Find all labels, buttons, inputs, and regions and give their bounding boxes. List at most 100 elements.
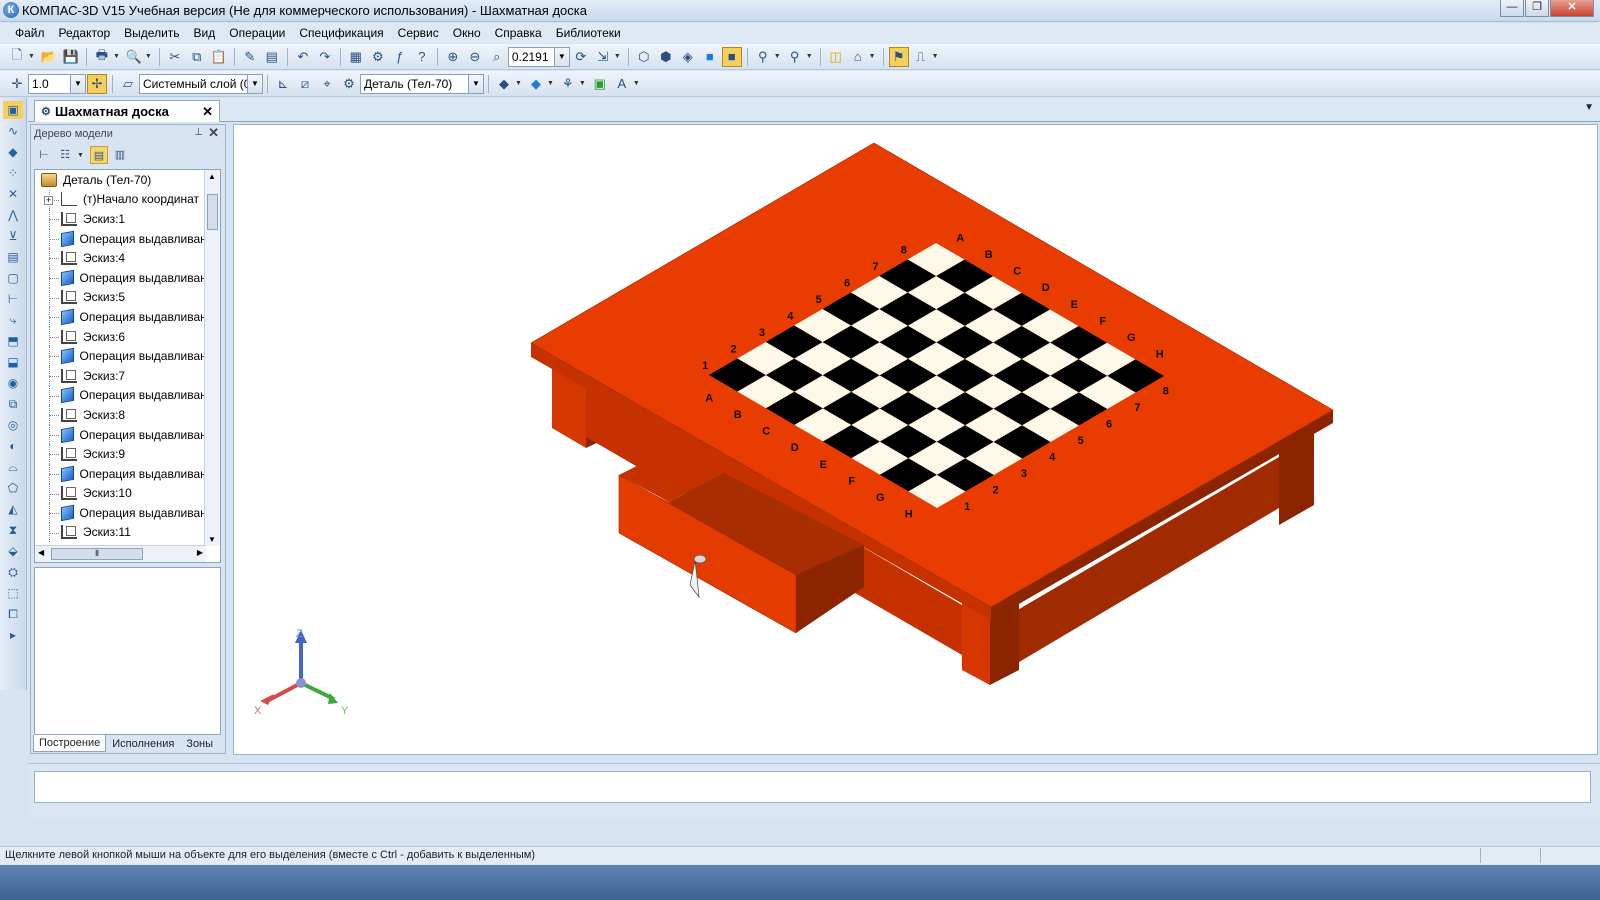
- zoom-icon[interactable]: ⌕: [487, 47, 507, 67]
- step-combo[interactable]: 1.0 ▼: [28, 73, 86, 94]
- undo-icon[interactable]: ↶: [293, 47, 313, 67]
- paste-icon[interactable]: 📋: [209, 47, 229, 67]
- scroll-thumb[interactable]: [207, 194, 218, 230]
- points-icon[interactable]: ⁘: [3, 164, 23, 182]
- render-icon[interactable]: ⚘: [558, 74, 578, 94]
- tree-item-sketch[interactable]: Эскиз:7: [35, 365, 220, 386]
- spatial-curves-icon[interactable]: ⋀: [3, 206, 23, 224]
- tree-item-extrude[interactable]: Операция выдавливания: [35, 267, 220, 288]
- chevron-down-icon[interactable]: ▼: [553, 47, 569, 66]
- zoom-dynamic-icon[interactable]: ⊖: [465, 47, 485, 67]
- thread-icon[interactable]: ⛭: [3, 563, 23, 581]
- surface-icon[interactable]: ⬙: [3, 542, 23, 560]
- filter-icon[interactable]: ⚲: [753, 47, 773, 67]
- shell-icon[interactable]: ◐: [3, 437, 23, 455]
- model-viewport[interactable]: A 1 1 A B 2 2 B C 3 3 C D 4 4 D E 5 5 E F 6 6 F G 7 7 G H 8 8 H Z X Y: [233, 124, 1598, 755]
- menu-operations[interactable]: Операции: [222, 23, 292, 43]
- scroll-left-icon[interactable]: ◀: [38, 548, 44, 557]
- tree-item-sketch[interactable]: Эскиз:8: [35, 405, 220, 425]
- print-dropdown-icon[interactable]: ▼: [113, 53, 120, 60]
- curves-icon[interactable]: ✕: [3, 185, 23, 203]
- filter-tool-icon[interactable]: ⊻: [3, 227, 23, 245]
- color-icon[interactable]: ◆: [526, 74, 546, 94]
- array-icon[interactable]: ⧉: [3, 395, 23, 413]
- tree-vertical-scrollbar[interactable]: ▲ ▼: [204, 170, 220, 546]
- tree-root-item[interactable]: Деталь (Тел-70): [35, 170, 220, 190]
- tree-item-extrude[interactable]: Операция выдавливания: [35, 228, 220, 249]
- wireframe-icon[interactable]: ⬡: [634, 47, 654, 67]
- menu-view[interactable]: Вид: [187, 23, 223, 43]
- tree-item-sketch[interactable]: Эскиз:4: [35, 248, 220, 268]
- chevron-down-icon[interactable]: ▼: [468, 74, 483, 93]
- expand-toolbar-icon[interactable]: ▸: [3, 626, 23, 644]
- chevron-down-icon[interactable]: ▼: [247, 74, 262, 93]
- tree-item-sketch[interactable]: Эскиз:11: [35, 522, 220, 543]
- properties-icon[interactable]: ▤: [262, 47, 282, 67]
- revolve-icon[interactable]: ◉: [3, 374, 23, 392]
- tab-list-chevron-icon[interactable]: ▼: [1584, 102, 1594, 113]
- measure-icon[interactable]: ▢: [3, 269, 23, 287]
- zoom-window-icon[interactable]: ⊕: [443, 47, 463, 67]
- tree-list-dropdown-icon[interactable]: ▼: [77, 152, 84, 159]
- filter-dropdown-icon[interactable]: ▼: [774, 53, 781, 60]
- close-tab-icon[interactable]: ✕: [202, 104, 213, 120]
- extrude-icon[interactable]: ◆: [3, 143, 23, 161]
- sheet-metal-icon[interactable]: ⤷: [3, 311, 23, 329]
- properties-input-bar[interactable]: [34, 771, 1591, 803]
- expand-icon[interactable]: +: [44, 195, 53, 205]
- assembly-icon[interactable]: ⬚: [3, 584, 23, 602]
- pin-icon[interactable]: ⊥: [194, 127, 203, 138]
- boss-extrude-icon[interactable]: ⬒: [3, 332, 23, 350]
- design-tools-dropdown-icon[interactable]: ▼: [932, 53, 939, 60]
- rib-icon[interactable]: ◭: [3, 500, 23, 518]
- tree-item-extrude[interactable]: Операция выдавливания: [35, 463, 220, 484]
- tab-versions[interactable]: Исполнения: [106, 735, 180, 752]
- select-filter-icon[interactable]: ⚲: [785, 47, 805, 67]
- color-dropdown-icon[interactable]: ▼: [547, 80, 554, 87]
- tree-item-sketch[interactable]: Эскиз:6: [35, 326, 220, 347]
- perspective-icon[interactable]: ⌂: [848, 47, 868, 67]
- help-pointer-icon[interactable]: ?: [412, 47, 432, 67]
- preview-dropdown-icon[interactable]: ▼: [145, 53, 152, 60]
- open-file-icon[interactable]: 📂: [39, 47, 59, 67]
- preview-icon[interactable]: 🔍: [124, 47, 144, 67]
- variables-icon[interactable]: ⚙: [368, 47, 388, 67]
- tree-horizontal-scrollbar[interactable]: ◀ ⦀ ▶: [35, 545, 206, 562]
- dimensions-icon[interactable]: ⊢: [3, 290, 23, 308]
- part-state-icon[interactable]: ⚙: [339, 74, 359, 94]
- scroll-down-icon[interactable]: ▼: [208, 535, 216, 544]
- chamfer-icon[interactable]: ⬠: [3, 479, 23, 497]
- design-tools-icon[interactable]: ⎍: [911, 47, 931, 67]
- menu-service[interactable]: Сервис: [391, 23, 446, 43]
- tree-item-sketch[interactable]: Эскиз:10: [35, 483, 220, 504]
- library-manager-icon[interactable]: ⚑: [888, 46, 909, 67]
- menu-editor[interactable]: Редактор: [52, 23, 118, 43]
- close-panel-icon[interactable]: ✕: [208, 125, 219, 141]
- layer-combo[interactable]: Системный слой (0) ▼: [139, 73, 263, 94]
- rotate-icon[interactable]: ⟳: [571, 47, 591, 67]
- copy-icon[interactable]: ⧉: [187, 47, 207, 67]
- scroll-up-icon[interactable]: ▲: [208, 172, 216, 181]
- menu-file[interactable]: Файл: [8, 23, 52, 43]
- restore-button[interactable]: ❐: [1525, 0, 1549, 17]
- fillet-icon[interactable]: ⌓: [3, 458, 23, 476]
- tree-item-extrude[interactable]: Операция выдавливания: [35, 503, 220, 523]
- snap-icon[interactable]: ✢: [87, 73, 107, 94]
- part-combo[interactable]: Деталь (Тел-70) ▼: [360, 73, 484, 94]
- more-tools-icon[interactable]: ⧠: [3, 605, 23, 623]
- tab-construction[interactable]: Построение: [33, 735, 107, 752]
- save-icon[interactable]: 💾: [61, 47, 81, 67]
- select-filter-dropdown-icon[interactable]: ▼: [806, 53, 813, 60]
- cursor-step-icon[interactable]: ✛: [7, 74, 27, 94]
- scroll-right-icon[interactable]: ▶: [197, 548, 203, 557]
- material-icon[interactable]: ◆: [494, 74, 514, 94]
- format-brush-icon[interactable]: ✎: [240, 47, 260, 67]
- perspective-dropdown-icon[interactable]: ▼: [869, 53, 876, 60]
- local-cs-icon[interactable]: ⊾: [273, 74, 293, 94]
- edit-part-icon[interactable]: ▣: [3, 101, 23, 119]
- menu-window[interactable]: Окно: [446, 23, 488, 43]
- tree-item-origin[interactable]: + (т)Начало координат: [35, 189, 220, 210]
- tree-item-extrude[interactable]: Операция выдавливания: [35, 385, 220, 406]
- scroll-thumb[interactable]: ⦀: [51, 548, 143, 560]
- tree-item-sketch[interactable]: Эскиз:1: [35, 209, 220, 229]
